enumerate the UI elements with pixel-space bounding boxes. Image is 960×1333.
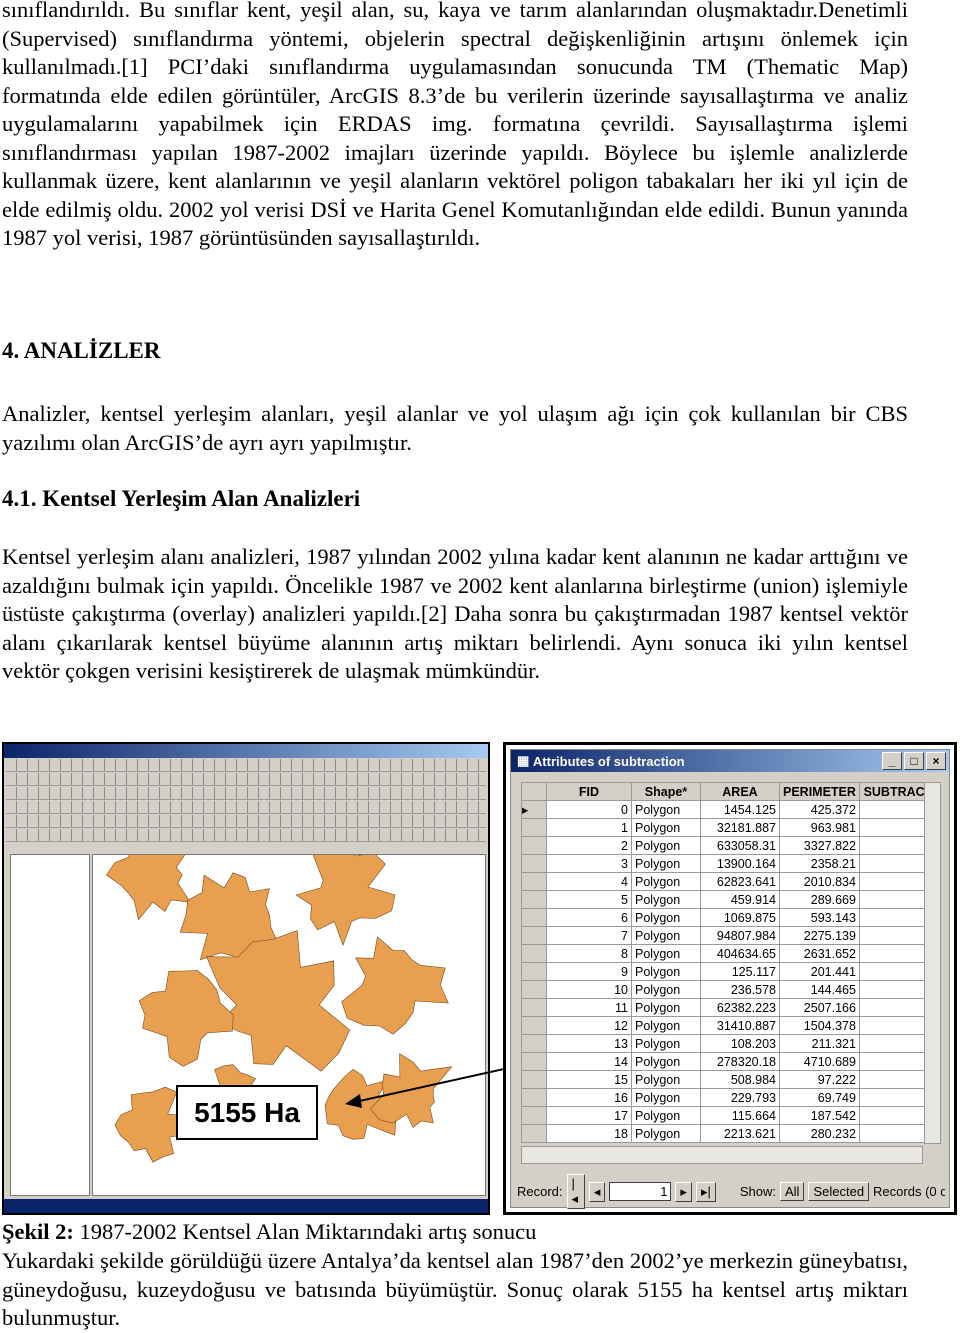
attribute-table-screenshot: ▦ Attributes of subtraction _ □ × FID Shape… <box>503 742 957 1215</box>
table-row[interactable]: 6 Polygon 1069.875 593.143 <box>521 908 937 927</box>
window-titlebar: ▦ Attributes of subtraction _ □ × <box>511 750 949 772</box>
last-record-button[interactable]: ▸| <box>695 1181 716 1202</box>
table-row[interactable]: 8 Polygon 404634.65 2631.652 <box>521 944 937 963</box>
table-row[interactable]: 11 Polygon 62382.223 2507.166 <box>521 998 937 1017</box>
horizontal-scrollbar[interactable] <box>521 1146 923 1164</box>
column-header[interactable]: PERIMETER <box>779 782 860 801</box>
first-record-button[interactable]: |◂ <box>566 1174 585 1209</box>
show-label: Show: <box>739 1184 776 1199</box>
caption-label: Şekil 2: <box>2 1219 74 1244</box>
maximize-button[interactable]: □ <box>904 752 924 770</box>
table-row[interactable]: 15 Polygon 508.984 97.222 <box>521 1070 937 1089</box>
column-header[interactable]: FID <box>546 782 632 801</box>
table-row[interactable]: 7 Polygon 94807.984 2275.139 <box>521 926 937 945</box>
paragraph-result: Yukardaki şekilde görüldüğü üzere Antaly… <box>2 1248 908 1330</box>
table-row[interactable]: 2 Polygon 633058.31 3327.822 <box>521 836 937 855</box>
vertical-scrollbar[interactable] <box>924 782 941 1144</box>
show-selected-button[interactable]: Selected <box>808 1182 870 1201</box>
table-row[interactable]: 12 Polygon 31410.887 1504.378 <box>521 1016 937 1035</box>
table-row[interactable]: 14 Polygon 278320.18 4710.689 <box>521 1052 937 1071</box>
record-label: Record: <box>517 1184 563 1199</box>
attribute-table: FID Shape* AREA PERIMETER SUBTRACT ▸ 0 Polygon 1… <box>521 782 937 1143</box>
records-count: Records (0 out <box>873 1184 945 1199</box>
table-row[interactable]: 13 Polygon 108.203 211.321 <box>521 1034 937 1053</box>
column-header[interactable]: Shape* <box>631 782 701 801</box>
table-row[interactable]: 1 Polygon 32181.887 963.981 <box>521 818 937 837</box>
table-icon: ▦ <box>517 753 533 768</box>
table-row[interactable]: 4 Polygon 62823.641 2010.834 <box>521 872 937 891</box>
record-input[interactable]: 1 <box>609 1182 672 1201</box>
caption-text: 1987-2002 Kentsel Alan Miktarındaki artı… <box>73 1219 537 1244</box>
column-header[interactable]: AREA <box>700 782 780 801</box>
close-button[interactable]: × <box>926 752 946 770</box>
table-row[interactable]: 9 Polygon 125.117 201.441 <box>521 962 937 981</box>
window-title: Attributes of subtraction <box>532 753 685 769</box>
prev-record-button[interactable]: ◂ <box>588 1181 606 1202</box>
minimize-button[interactable]: _ <box>882 752 902 770</box>
table-row[interactable]: 17 Polygon 115.664 187.542 <box>521 1106 937 1125</box>
table-row[interactable]: 10 Polygon 236.578 144.465 <box>521 980 937 999</box>
table-row[interactable]: 5 Polygon 459.914 289.669 <box>521 890 937 909</box>
figure-caption: Şekil 2: 1987-2002 Kentsel Alan Miktarın… <box>2 1219 536 1245</box>
next-record-button[interactable]: ▸ <box>675 1181 692 1202</box>
table-row[interactable]: 16 Polygon 229.793 69.749 <box>521 1088 937 1107</box>
table-row[interactable]: ▸ 0 Polygon 1454.125 425.372 <box>521 800 937 819</box>
table-row[interactable]: 3 Polygon 13900.164 2358.21 <box>521 854 937 873</box>
table-row[interactable]: 18 Polygon 2213.621 280.232 <box>521 1124 937 1143</box>
show-all-button[interactable]: All <box>780 1182 805 1201</box>
